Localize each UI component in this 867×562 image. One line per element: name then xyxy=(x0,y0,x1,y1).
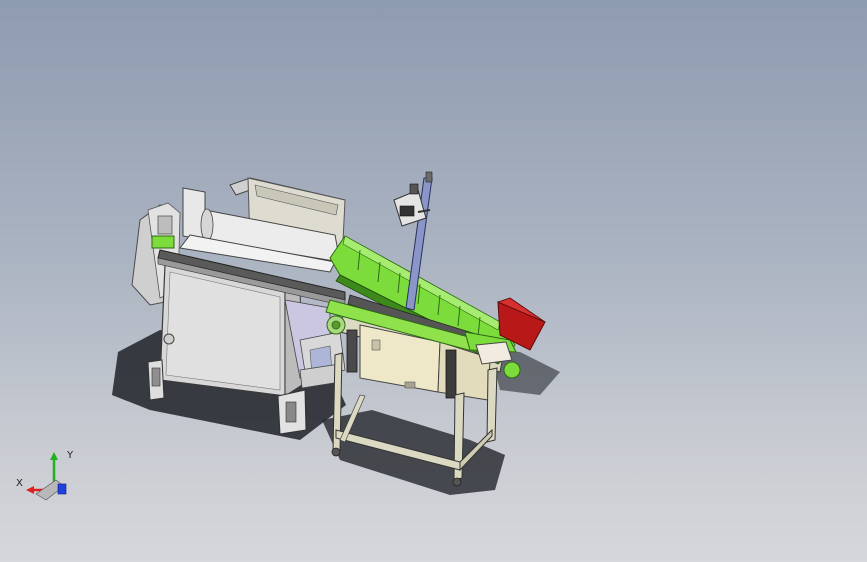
x-axis-label: X xyxy=(16,478,23,489)
x-axis-arrow xyxy=(26,486,34,494)
y-axis-arrow xyxy=(50,452,58,460)
coordinate-triad: Y X xyxy=(16,450,74,501)
z-axis-marker xyxy=(57,483,67,495)
graphics-viewport[interactable]: Y X xyxy=(0,0,867,562)
cad-model-scene[interactable] xyxy=(0,0,867,562)
y-axis-label: Y xyxy=(66,450,74,461)
